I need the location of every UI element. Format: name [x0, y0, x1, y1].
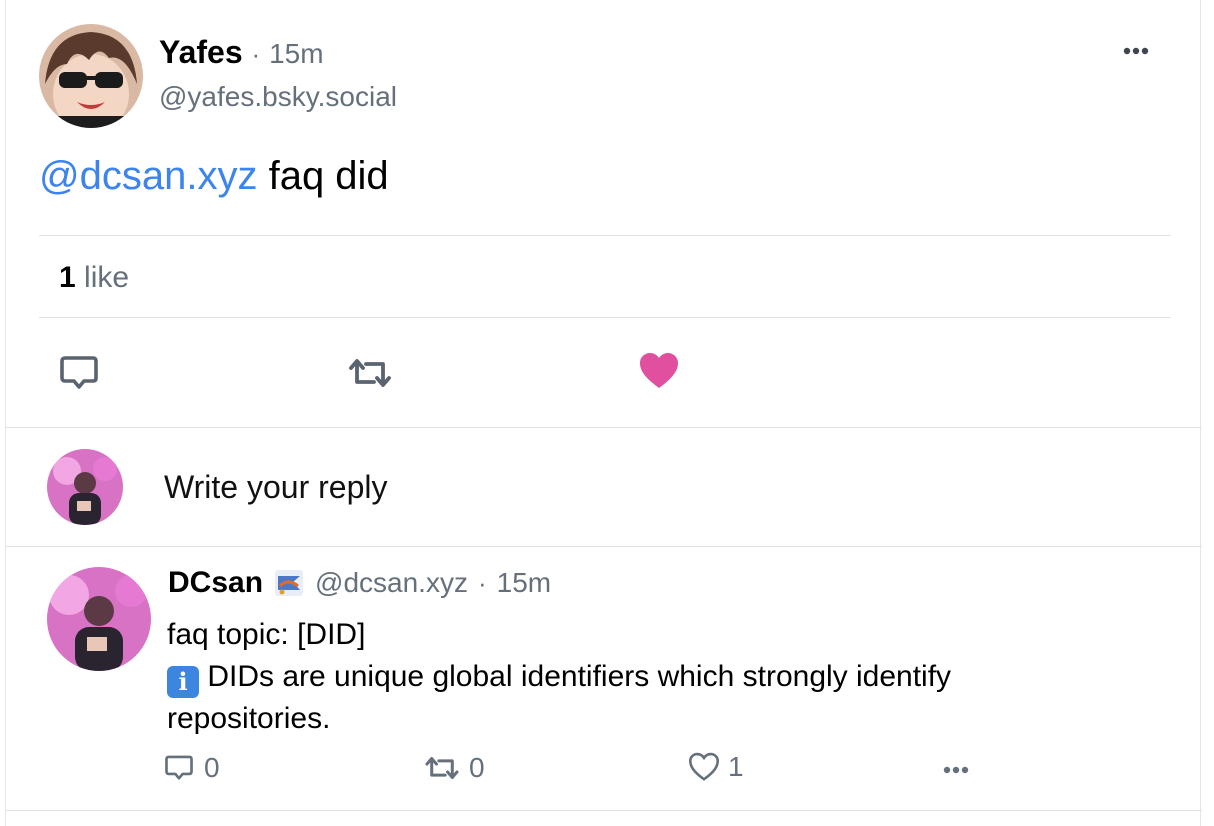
reply-repost-button[interactable]: 0 [423, 752, 485, 784]
reply-author-name[interactable]: DCsan [168, 566, 263, 600]
more-horizontal-icon [943, 766, 969, 774]
divider [39, 317, 1171, 318]
current-user-avatar [47, 449, 123, 525]
reply-author-line: DCsan @dcsan.xyz · 15m [168, 566, 551, 600]
heart-outline-icon [688, 752, 720, 781]
heart-filled-icon [640, 353, 678, 388]
meta-separator: · [477, 567, 487, 598]
reply-count: 0 [204, 752, 220, 783]
more-horizontal-icon [1123, 47, 1149, 55]
divider [6, 546, 1202, 547]
repost-icon [349, 359, 391, 387]
author-handle[interactable]: @yafes.bsky.social [159, 81, 397, 113]
reply-line-3: repositories. [167, 702, 331, 735]
repost-button[interactable] [342, 352, 398, 394]
post-body: faq did [257, 154, 389, 198]
reply-more-button[interactable] [938, 756, 974, 784]
reply-line-2-wrap: i DIDs are unique global identifiers whi… [167, 656, 1167, 698]
like-count: 1 [728, 751, 744, 782]
post-text: @dcsan.xyz faq did [39, 154, 389, 199]
divider [39, 235, 1171, 236]
reply-button[interactable] [56, 352, 102, 394]
like-count: 1 [59, 261, 76, 294]
reply-text: faq topic: [DID] i DIDs are unique globa… [167, 614, 1167, 740]
reply-author-handle[interactable]: @dcsan.xyz [315, 567, 468, 599]
author-line: Yafes · 15m [159, 34, 324, 71]
reply-time[interactable]: 15m [497, 567, 551, 599]
reply-like-button[interactable]: 1 [688, 751, 744, 783]
flag-emoji-icon [275, 570, 304, 596]
reply-line-2: DIDs are unique global identifiers which… [199, 660, 952, 693]
reply-line-1: faq topic: [DID] [167, 618, 366, 651]
divider [6, 427, 1202, 428]
mention-link[interactable]: @dcsan.xyz [39, 154, 257, 198]
meta-separator: · [251, 39, 261, 69]
like-label: like [84, 261, 130, 294]
like-summary[interactable]: 1 like [59, 261, 129, 295]
user-avatar-icon [47, 567, 151, 671]
user-avatar-icon [47, 449, 123, 525]
more-options-button[interactable] [1116, 36, 1156, 66]
reply-reply-button[interactable]: 0 [164, 752, 220, 784]
comment-icon [60, 356, 98, 389]
reply-input[interactable]: Write your reply [164, 469, 387, 506]
post-time[interactable]: 15m [269, 38, 323, 69]
comment-icon [165, 755, 193, 780]
like-button[interactable] [636, 350, 682, 392]
author-name[interactable]: Yafes [159, 34, 243, 70]
divider [6, 810, 1202, 811]
repost-icon [425, 756, 459, 780]
info-emoji-icon: i [167, 666, 199, 698]
author-avatar[interactable] [39, 24, 143, 128]
thread-container: Yafes · 15m @yafes.bsky.social @dcsan.xy… [5, 0, 1202, 826]
repost-count: 0 [469, 752, 485, 783]
anime-avatar-icon [39, 24, 143, 128]
reply-author-avatar[interactable] [47, 567, 151, 671]
